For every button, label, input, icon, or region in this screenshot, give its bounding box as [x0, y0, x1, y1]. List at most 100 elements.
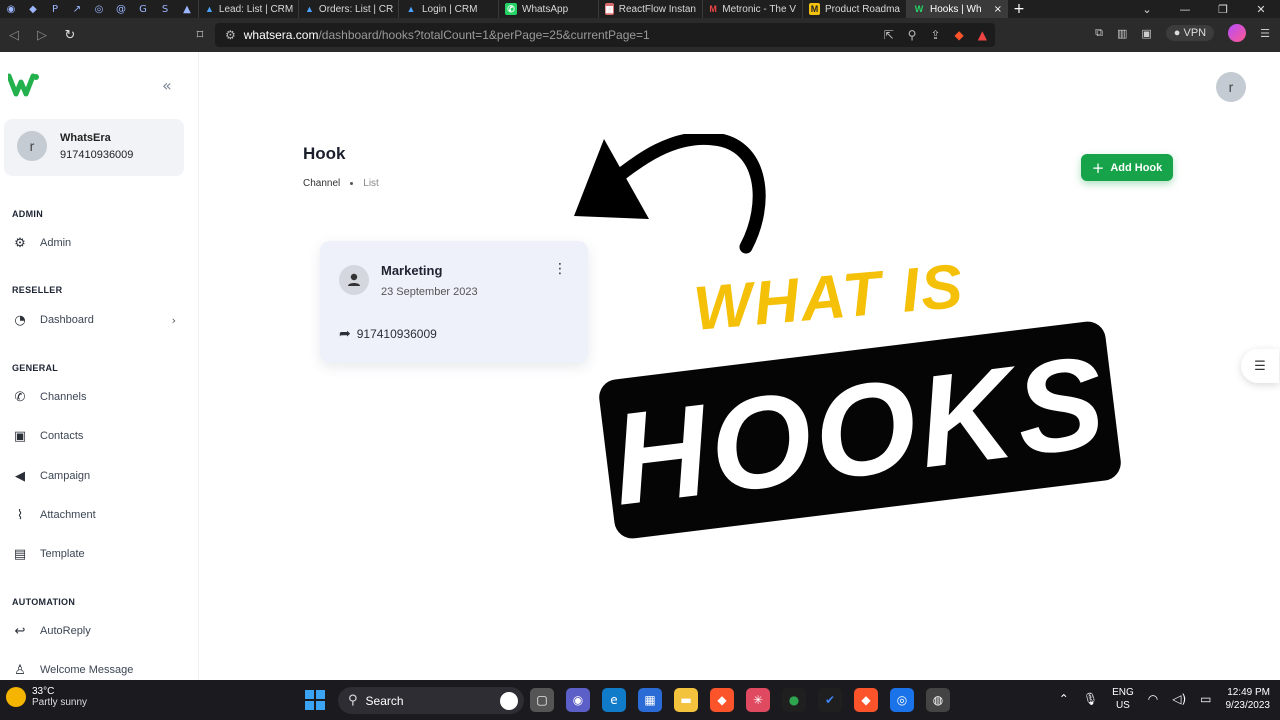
- volume-icon[interactable]: ◁): [1172, 692, 1186, 706]
- zoom-icon[interactable]: ⚲: [908, 28, 917, 42]
- pinned-tab-icon[interactable]: ▲: [176, 0, 198, 18]
- sidebar-item-campaign[interactable]: ◀ Campaign: [12, 465, 182, 487]
- windows-start-icon[interactable]: [305, 690, 325, 710]
- more-options-icon[interactable]: ⋮: [553, 261, 567, 277]
- app-icon: ▲: [205, 4, 214, 14]
- close-window-icon[interactable]: ✕: [1242, 3, 1280, 16]
- sidebar-toggle-icon[interactable]: ▥: [1117, 27, 1127, 40]
- microphone-icon[interactable]: 🎙: [1083, 692, 1098, 706]
- taskbar-search[interactable]: ⚲ Search: [338, 687, 524, 714]
- tab-search-icon[interactable]: ⌄: [1128, 3, 1166, 16]
- section-automation: AUTOMATION: [12, 597, 76, 607]
- browser-tab[interactable]: ▲ Lead: List | CRM: [198, 0, 298, 18]
- whatsera-icon: W: [914, 4, 924, 14]
- pinned-tab-icon[interactable]: P: [44, 0, 66, 18]
- profile-avatar[interactable]: r: [1216, 72, 1246, 102]
- sidebar-item-template[interactable]: ▤ Template: [12, 543, 182, 565]
- obs-icon[interactable]: ◍: [926, 688, 950, 712]
- forward-arrow-icon: ➦: [339, 326, 351, 342]
- mongodb-icon[interactable]: ●: [782, 688, 806, 712]
- chevron-right-icon: ›: [171, 313, 176, 327]
- back-icon[interactable]: ◁: [0, 28, 28, 43]
- browser-tab[interactable]: M Metronic - The V: [702, 0, 802, 18]
- pinned-tab-icon[interactable]: @: [110, 0, 132, 18]
- browser-tab[interactable]: ▲ Login | CRM: [398, 0, 498, 18]
- share-icon[interactable]: ⇪: [930, 28, 940, 42]
- pinned-tab-icon[interactable]: ↗: [66, 0, 88, 18]
- url-field[interactable]: ⚙ whatsera.com/dashboard/hooks?totalCoun…: [215, 23, 995, 47]
- overlay-hooks-banner: HOOKS: [597, 319, 1123, 541]
- person-icon: [339, 265, 369, 295]
- pinned-tab-icon[interactable]: ◆: [22, 0, 44, 18]
- task-view-icon[interactable]: ▢: [530, 688, 554, 712]
- sidebar: « r WhatsEra 917410936009 ADMIN ⚙ Admin R…: [0, 52, 199, 680]
- app-window: « r WhatsEra 917410936009 ADMIN ⚙ Admin R…: [0, 52, 1280, 680]
- browser-tab[interactable]: M Product Roadma: [802, 0, 906, 18]
- browser-tab[interactable]: ▦ ReactFlow Instan: [598, 0, 702, 18]
- minimize-icon[interactable]: —: [1166, 3, 1204, 16]
- sidebar-item-contacts[interactable]: ▣ Contacts: [12, 425, 182, 447]
- bookmark-icon[interactable]: ⌑: [186, 28, 214, 43]
- brave-beta-icon[interactable]: ◆: [854, 688, 878, 712]
- wallet-icon[interactable]: ▣: [1141, 27, 1151, 40]
- brave-rewards-icon[interactable]: ▲: [978, 28, 987, 42]
- clock[interactable]: 12:49 PM 9/23/2023: [1226, 686, 1271, 712]
- chrome-icon[interactable]: ◎: [890, 688, 914, 712]
- teams-icon[interactable]: ◉: [566, 688, 590, 712]
- sidebar-item-welcome-message[interactable]: ♙ Welcome Message: [12, 659, 182, 680]
- new-tab-icon[interactable]: +: [1008, 0, 1030, 18]
- hook-name: Marketing: [381, 263, 443, 278]
- battery-icon[interactable]: ▭: [1200, 692, 1211, 706]
- pinned-tab-icon[interactable]: ◉: [0, 0, 22, 18]
- megaphone-icon: ◀: [15, 468, 25, 484]
- breadcrumb-separator: [350, 182, 354, 185]
- settings-sliders-icon[interactable]: ☰: [1241, 349, 1279, 383]
- collapse-sidebar-icon[interactable]: «: [162, 76, 172, 95]
- browser-tab[interactable]: ✆ WhatsApp: [498, 0, 598, 18]
- store-icon[interactable]: ▦: [638, 688, 662, 712]
- metronic-icon: M: [709, 4, 717, 14]
- brave-shield-icon[interactable]: ◆: [955, 28, 964, 42]
- edge-icon[interactable]: e: [602, 688, 626, 712]
- page-title: Hook: [303, 144, 346, 163]
- gauge-icon: ◔: [14, 312, 26, 328]
- plus-icon: +: [1091, 158, 1105, 177]
- sidebar-item-autoreply[interactable]: ↩ AutoReply: [12, 620, 182, 642]
- sidebar-item-attachment[interactable]: ⌇ Attachment: [12, 504, 182, 526]
- reload-icon[interactable]: ↻: [56, 28, 84, 43]
- user-card[interactable]: r WhatsEra 917410936009: [4, 119, 184, 176]
- weather-widget[interactable]: 33°C Partly sunny: [6, 686, 87, 708]
- pinned-tab-icon[interactable]: S: [154, 0, 176, 18]
- sidebar-item-channels[interactable]: ✆ Channels: [12, 386, 182, 408]
- section-admin: ADMIN: [12, 209, 43, 219]
- language-indicator[interactable]: ENG US: [1112, 686, 1134, 712]
- sidebar-item-dashboard[interactable]: ◔ Dashboard ›: [12, 309, 182, 331]
- breadcrumb-channel[interactable]: Channel: [303, 178, 340, 189]
- slack-icon[interactable]: ✳: [746, 688, 770, 712]
- brave-leo-icon[interactable]: [1228, 24, 1247, 42]
- browser-tab-active[interactable]: W Hooks | Wh ×: [906, 0, 1008, 18]
- close-tab-icon[interactable]: ×: [994, 4, 1002, 15]
- hook-card[interactable]: Marketing 23 September 2023 ⋮ ➦ 91741093…: [320, 241, 588, 363]
- search-icon: ⚲: [348, 693, 358, 708]
- todo-icon[interactable]: ✔: [818, 688, 842, 712]
- main-content: r Hook Channel List + Add Hook Marketing…: [200, 52, 1280, 680]
- file-explorer-icon[interactable]: ▬: [674, 688, 698, 712]
- vpn-button[interactable]: ● VPN: [1165, 25, 1215, 41]
- browser-tab[interactable]: ▲ Orders: List | CR: [298, 0, 398, 18]
- forward-icon[interactable]: ▷: [28, 28, 56, 43]
- pinned-tab-icon[interactable]: G: [132, 0, 154, 18]
- add-hook-button[interactable]: + Add Hook: [1081, 154, 1173, 181]
- welcome-person-icon: ♙: [14, 662, 26, 678]
- breadcrumb-list: List: [363, 178, 379, 189]
- extensions-icon[interactable]: ⧉: [1095, 26, 1103, 40]
- brave-icon[interactable]: ◆: [710, 688, 734, 712]
- wifi-icon[interactable]: ◠: [1148, 692, 1158, 706]
- menu-icon[interactable]: ☰: [1260, 27, 1270, 40]
- site-info-icon[interactable]: ⚙: [225, 28, 236, 42]
- sidebar-item-admin[interactable]: ⚙ Admin: [12, 232, 182, 254]
- chevron-up-icon[interactable]: ⌃: [1059, 692, 1069, 706]
- pinned-tab-icon[interactable]: ◎: [88, 0, 110, 18]
- maximize-icon[interactable]: ❐: [1204, 3, 1242, 16]
- open-external-icon[interactable]: ⇱: [884, 28, 894, 42]
